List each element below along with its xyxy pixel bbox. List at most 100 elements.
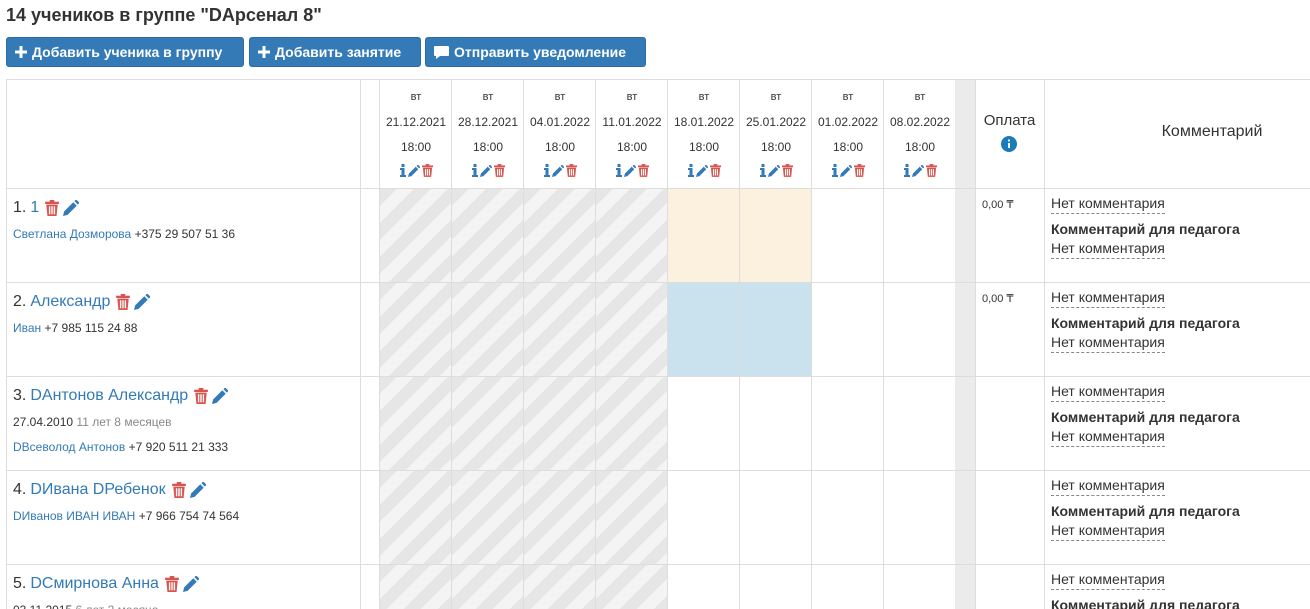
attendance-cell[interactable] <box>524 377 596 470</box>
student-name-link[interactable]: DСмирнова Анна <box>30 575 159 593</box>
attendance-cell[interactable] <box>380 471 452 564</box>
lesson-header: вт 04.01.2022 18:00 <box>524 79 596 188</box>
attendance-cell[interactable] <box>452 565 524 609</box>
attendance-cell[interactable] <box>596 377 668 470</box>
pencil-icon[interactable] <box>134 294 151 310</box>
attendance-cell[interactable] <box>452 377 524 470</box>
attendance-cell[interactable] <box>740 283 812 376</box>
comment-block: Нет комментария Комментарий для педагога Н… <box>1051 195 1240 259</box>
trash-icon[interactable] <box>493 164 505 177</box>
attendance-cell[interactable] <box>452 189 524 282</box>
attendance-cell[interactable] <box>524 189 596 282</box>
trash-icon[interactable] <box>709 164 721 177</box>
pencil-icon[interactable] <box>839 164 852 177</box>
teacher-comment-edit-link[interactable]: Нет комментария <box>1051 334 1165 353</box>
info-icon[interactable] <box>687 164 694 177</box>
trash-icon[interactable] <box>171 482 186 498</box>
lesson-date: 18.01.2022 <box>673 115 735 129</box>
student-name-link[interactable]: DАнтонов Александр <box>30 387 188 405</box>
pencil-icon[interactable] <box>479 164 492 177</box>
trash-icon[interactable] <box>637 164 649 177</box>
lesson-date: 28.12.2021 <box>457 115 519 129</box>
student-name-link[interactable]: Александр <box>30 293 110 311</box>
attendance-cell[interactable] <box>380 283 452 376</box>
pencil-icon[interactable] <box>189 482 206 498</box>
student-name-link[interactable]: 1 <box>30 199 39 217</box>
trash-icon[interactable] <box>194 388 209 404</box>
trash-icon[interactable] <box>565 164 577 177</box>
student-age: 6 лет 2 месяца <box>76 603 159 609</box>
add-student-label: Добавить ученика в группу <box>32 44 223 60</box>
attendance-cell[interactable] <box>524 471 596 564</box>
attendance-cell[interactable] <box>380 189 452 282</box>
parent-name-link[interactable]: Иван <box>13 321 41 335</box>
lesson-actions <box>884 164 956 177</box>
attendance-cell[interactable] <box>380 565 452 609</box>
comment-edit-link[interactable]: Нет комментария <box>1051 289 1165 308</box>
lesson-date: 11.01.2022 <box>602 115 662 129</box>
comment-edit-link[interactable]: Нет комментария <box>1051 195 1165 214</box>
attendance-cell[interactable] <box>596 189 668 282</box>
student-name-link[interactable]: DИвана DРебенок <box>30 481 165 499</box>
parent-name-link[interactable]: Светлана Дозморова <box>13 227 131 241</box>
add-lesson-button[interactable]: Добавить занятие <box>249 37 421 67</box>
trash-icon[interactable] <box>781 164 793 177</box>
trash-icon[interactable] <box>925 164 937 177</box>
info-icon[interactable] <box>759 164 766 177</box>
parent-name-link[interactable]: DВсеволод Антонов <box>13 440 125 454</box>
attendance-cell[interactable] <box>380 377 452 470</box>
teacher-comment-edit-link[interactable]: Нет комментария <box>1051 522 1165 541</box>
add-student-button[interactable]: Добавить ученика в группу <box>6 37 244 67</box>
info-icon[interactable] <box>399 164 406 177</box>
attendance-cell[interactable] <box>524 283 596 376</box>
pencil-icon[interactable] <box>551 164 564 177</box>
info-icon[interactable] <box>831 164 838 177</box>
pencil-icon[interactable] <box>63 200 80 216</box>
info-icon[interactable] <box>903 164 910 177</box>
pencil-icon[interactable] <box>212 388 229 404</box>
teacher-comment-edit-link[interactable]: Нет комментария <box>1051 240 1165 259</box>
student-number: 4. <box>13 481 27 498</box>
attendance-cell[interactable] <box>596 283 668 376</box>
info-icon[interactable] <box>471 164 478 177</box>
student-birth-info: 27.04.2010 11 лет 8 месяцев <box>13 415 172 429</box>
pencil-icon[interactable] <box>767 164 780 177</box>
lesson-actions <box>596 164 668 177</box>
pencil-icon[interactable] <box>407 164 420 177</box>
pencil-icon[interactable] <box>623 164 636 177</box>
comment-block: Нет комментария Комментарий для педагога Н… <box>1051 383 1240 447</box>
trash-icon[interactable] <box>165 576 179 592</box>
attendance-cell[interactable] <box>452 471 524 564</box>
trash-icon[interactable] <box>853 164 865 177</box>
attendance-cell[interactable] <box>668 189 740 282</box>
trash-icon[interactable] <box>421 164 433 177</box>
info-circle-icon[interactable] <box>1001 136 1017 152</box>
attendance-cell[interactable] <box>596 565 668 609</box>
horizontal-scroll-gap[interactable] <box>955 79 975 609</box>
pencil-icon[interactable] <box>911 164 924 177</box>
attendance-cell[interactable] <box>668 283 740 376</box>
parent-name-link[interactable]: DИванов ИВАН ИВАН <box>13 509 135 523</box>
attendance-cell[interactable] <box>452 283 524 376</box>
info-icon[interactable] <box>615 164 622 177</box>
pencil-icon[interactable] <box>695 164 708 177</box>
lesson-actions <box>812 164 884 177</box>
comment-edit-link[interactable]: Нет комментария <box>1051 383 1165 402</box>
info-icon[interactable] <box>543 164 550 177</box>
trash-icon[interactable] <box>45 200 60 216</box>
parent-phone: +7 985 115 24 88 <box>44 321 138 335</box>
lesson-time: 18:00 <box>904 140 936 154</box>
lesson-time: 18:00 <box>688 140 720 154</box>
teacher-comment-edit-link[interactable]: Нет комментария <box>1051 428 1165 447</box>
comment-edit-link[interactable]: Нет комментария <box>1051 477 1165 496</box>
trash-icon[interactable] <box>116 294 131 310</box>
attendance-cell[interactable] <box>740 189 812 282</box>
send-notification-button[interactable]: Отправить уведомление <box>425 37 646 67</box>
comment-edit-link[interactable]: Нет комментария <box>1051 571 1165 590</box>
pencil-icon[interactable] <box>182 576 199 592</box>
teacher-comment-label: Комментарий для педагога <box>1051 409 1240 425</box>
lesson-date: 01.02.2022 <box>817 115 879 129</box>
attendance-cell[interactable] <box>596 471 668 564</box>
attendance-cell[interactable] <box>524 565 596 609</box>
lesson-date: 08.02.2022 <box>889 115 951 129</box>
